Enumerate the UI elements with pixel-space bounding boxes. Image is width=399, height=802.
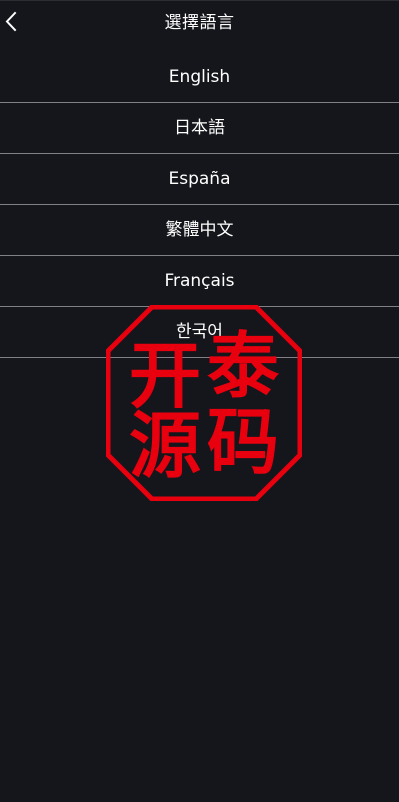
language-item-french[interactable]: Français bbox=[0, 256, 399, 307]
language-label: 日本語 bbox=[174, 118, 225, 138]
language-item-english[interactable]: English bbox=[0, 52, 399, 103]
language-item-korean[interactable]: 한국어 bbox=[0, 307, 399, 358]
language-label: 한국어 bbox=[176, 322, 223, 342]
language-label: 繁體中文 bbox=[165, 220, 234, 240]
language-list: English 日本語 España 繁體中文 Français 한국어 bbox=[0, 52, 399, 358]
language-item-traditional-chinese[interactable]: 繁體中文 bbox=[0, 205, 399, 256]
page-title: 選擇語言 bbox=[164, 13, 235, 33]
watermark-char: 源 bbox=[129, 403, 201, 488]
watermark-char: 码 bbox=[207, 399, 279, 484]
page-header: 選擇語言 bbox=[0, 0, 399, 50]
language-item-spanish[interactable]: España bbox=[0, 154, 399, 205]
language-label: España bbox=[168, 169, 231, 189]
language-label: English bbox=[168, 67, 231, 87]
language-label: Français bbox=[164, 271, 235, 291]
language-item-japanese[interactable]: 日本語 bbox=[0, 103, 399, 154]
